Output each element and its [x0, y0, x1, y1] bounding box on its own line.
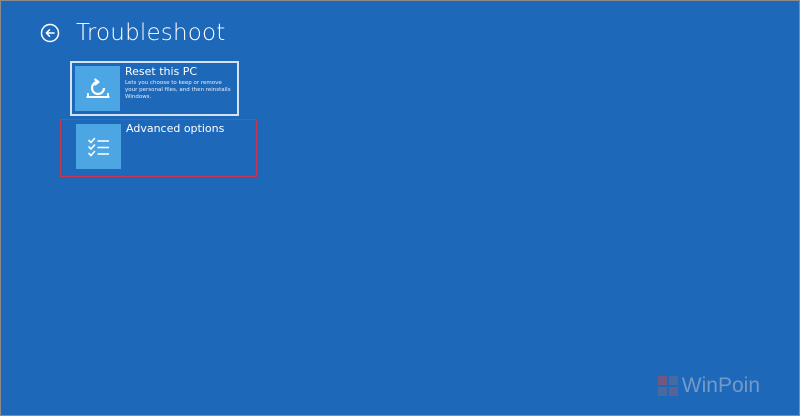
- winpoin-logo-icon: [657, 376, 678, 396]
- tile-text: Advanced options: [126, 120, 224, 176]
- checklist-icon: [87, 137, 109, 156]
- watermark: WinPoin: [657, 374, 760, 398]
- back-arrow-icon: [40, 23, 60, 43]
- tile-icon-box: [76, 124, 121, 169]
- page-header: Troubleshoot: [40, 18, 226, 48]
- page-title: Troubleshoot: [76, 20, 226, 46]
- reset-pc-icon: [86, 77, 109, 98]
- tile-title: Advanced options: [126, 122, 225, 135]
- advanced-options-tile[interactable]: Advanced options: [60, 119, 257, 177]
- reset-this-pc-tile[interactable]: Reset this PC Lets you choose to keep or…: [70, 61, 239, 116]
- tile-description: Lets you choose to keep or remove your p…: [125, 80, 231, 100]
- tile-icon-box: [75, 66, 120, 111]
- watermark-text: WinPoin: [681, 374, 760, 397]
- back-button[interactable]: [40, 23, 60, 43]
- tile-title: Reset this PC: [125, 65, 198, 78]
- tile-text: Reset this PC Lets you choose to keep or…: [125, 63, 233, 114]
